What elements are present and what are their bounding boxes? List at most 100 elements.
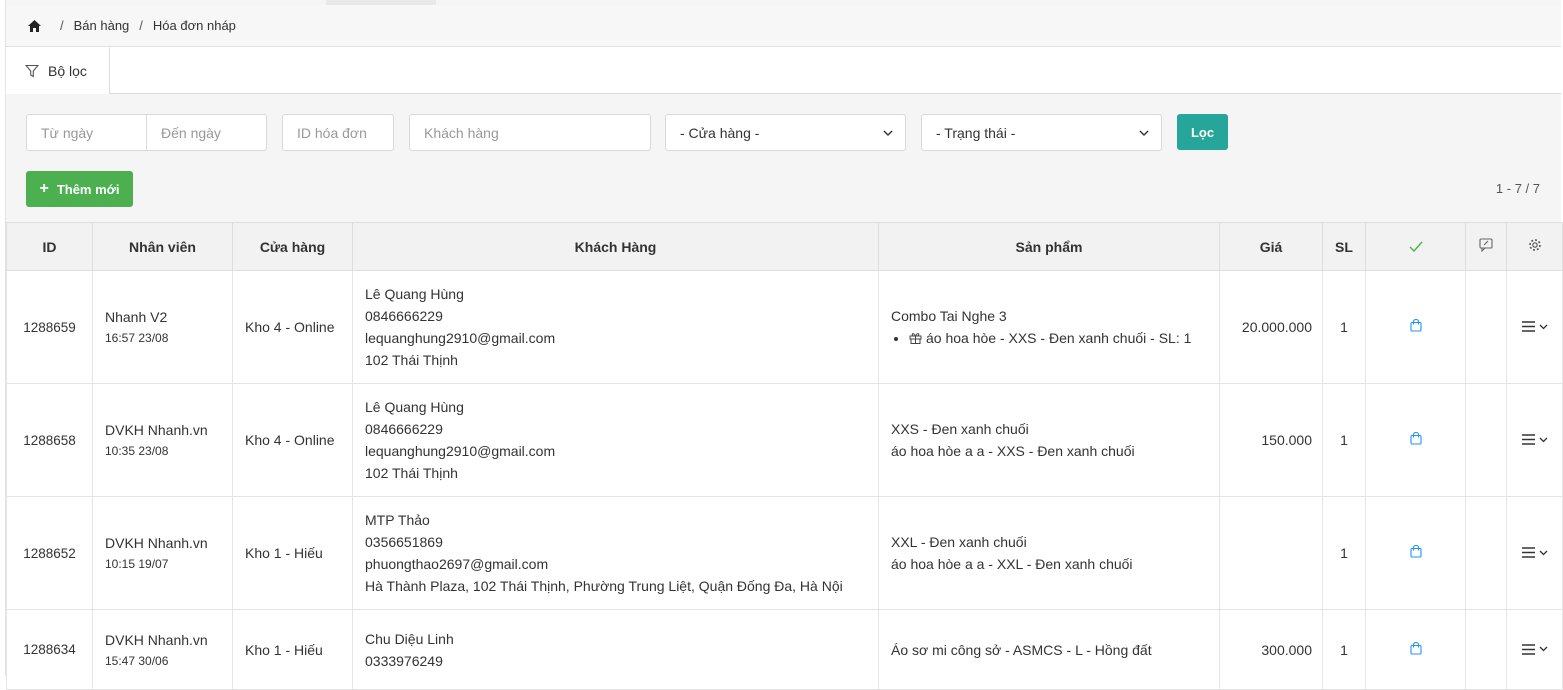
menu-icon — [1521, 434, 1535, 445]
chevron-down-icon — [1539, 437, 1547, 442]
pagination-info: 1 - 7 / 7 — [1495, 181, 1540, 196]
chevron-down-icon — [1539, 550, 1547, 555]
shopping-bag-icon[interactable] — [1409, 431, 1422, 445]
cell-staff: DVKH Nhanh.vn 10:15 19/07 — [92, 496, 233, 610]
customer-line: 0356651869 — [365, 534, 443, 550]
cell-actions[interactable] — [1506, 496, 1563, 610]
cell-customer: Lê Quang Hùng 0846666229 lequanghung2910@g… — [352, 383, 879, 497]
table-row[interactable]: 1288659 Nhanh V2 16:57 23/08 Kho 4 - Onl… — [6, 270, 1563, 384]
breadcrumb-separator: / — [139, 18, 143, 33]
from-date-input[interactable]: Từ ngày — [26, 114, 147, 151]
page: / Bán hàng / Hóa đơn nháp Bộ lọc Từ ngày… — [5, 0, 1563, 690]
gear-icon — [1528, 239, 1541, 251]
plus-icon: + — [39, 180, 49, 197]
cell-price — [1219, 496, 1323, 610]
store-select[interactable]: - Cửa hàng - — [665, 114, 906, 151]
cell-id[interactable]: 1288652 — [6, 496, 93, 610]
cell-id[interactable]: 1288658 — [6, 383, 93, 497]
table-row[interactable]: 1288634 DVKH Nhanh.vn 15:47 30/06 Kho 1 … — [6, 609, 1563, 690]
col-header-store[interactable]: Cửa hàng — [232, 222, 353, 271]
cell-price: 150.000 — [1219, 383, 1323, 497]
filter-panel: Từ ngày Đến ngày ID hóa đơn Khách hàng -… — [6, 94, 1561, 222]
from-date-placeholder: Từ ngày — [41, 124, 94, 141]
col-header-qty[interactable]: SL — [1322, 222, 1366, 271]
shopping-bag-icon[interactable] — [1409, 544, 1422, 558]
cell-status — [1365, 383, 1466, 497]
cell-store: Kho 4 - Online — [232, 270, 353, 384]
cell-product: XXL - Đen xanh chuối áo hoa hòe a a - XXL… — [878, 496, 1220, 610]
product-line: XXS - Đen xanh chuối — [891, 421, 1029, 437]
cell-product: XXS - Đen xanh chuối áo hoa hòe a a - XXS… — [878, 383, 1220, 497]
col-header-chat[interactable] — [1465, 222, 1507, 271]
cell-price: 300.000 — [1219, 609, 1323, 690]
cell-store: Kho 1 - Hiếu — [232, 609, 353, 690]
col-header-settings[interactable] — [1506, 222, 1563, 271]
cell-customer: Lê Quang Hùng 0846666229 lequanghung2910@g… — [352, 270, 879, 384]
col-header-price[interactable]: Giá — [1219, 222, 1323, 271]
customer-line: 0333976249 — [365, 652, 443, 669]
menu-icon — [1521, 643, 1535, 655]
add-new-button[interactable]: + Thêm mới — [26, 171, 133, 207]
tab-filter[interactable]: Bộ lọc — [6, 47, 110, 94]
cell-note — [1465, 496, 1507, 610]
cell-qty: 1 — [1322, 609, 1366, 690]
table-row[interactable]: 1288652 DVKH Nhanh.vn 10:15 19/07 Kho 1 … — [6, 496, 1563, 610]
menu-icon — [1521, 321, 1535, 332]
row-menu[interactable] — [1521, 547, 1548, 558]
row-menu[interactable] — [1521, 643, 1548, 655]
cell-note — [1465, 383, 1507, 497]
col-header-customer[interactable]: Khách Hàng — [352, 222, 879, 271]
table-header-row: ID Nhân viên Cửa hàng Khách Hàng Sản phẩ… — [6, 222, 1563, 271]
shopping-bag-icon[interactable] — [1409, 318, 1422, 332]
cell-actions[interactable] — [1506, 270, 1563, 384]
staff-time: 16:57 23/08 — [105, 331, 169, 345]
row-menu[interactable] — [1521, 434, 1548, 445]
row-menu[interactable] — [1521, 321, 1548, 332]
table-row[interactable]: 1288658 DVKH Nhanh.vn 10:35 23/08 Kho 4 … — [6, 383, 1563, 497]
col-header-id[interactable]: ID — [6, 222, 93, 271]
customer-line: phuongthao2697@gmail.com — [365, 556, 549, 572]
add-new-label: Thêm mới — [56, 181, 120, 197]
shopping-bag-icon[interactable] — [1409, 641, 1422, 655]
cell-id[interactable]: 1288634 — [6, 609, 93, 690]
cell-status — [1365, 496, 1466, 610]
breadcrumb: / Bán hàng / Hóa đơn nháp — [6, 5, 1561, 47]
cell-actions[interactable] — [1506, 383, 1563, 497]
staff-name: DVKH Nhanh.vn — [105, 422, 208, 438]
status-select-value: - Trạng thái - — [936, 124, 1016, 141]
product-line: áo hoa hòe a a - XXL - Đen xanh chuối — [891, 556, 1133, 572]
cell-product: Áo sơ mi công sở - ASMCS - L - Hồng đất — [878, 609, 1220, 690]
cell-actions[interactable] — [1506, 609, 1563, 690]
filter-button[interactable]: Lọc — [1177, 114, 1228, 150]
customer-line: Lê Quang Hùng — [365, 286, 464, 302]
cell-status — [1365, 609, 1466, 690]
invoice-id-input[interactable]: ID hóa đơn — [282, 114, 394, 151]
cell-qty: 1 — [1322, 496, 1366, 610]
cell-note — [1465, 270, 1507, 384]
cell-staff: Nhanh V2 16:57 23/08 — [92, 270, 233, 384]
cell-customer: Chu Diệu Linh 0333976249 — [352, 609, 879, 690]
customer-input[interactable]: Khách hàng — [409, 114, 651, 151]
col-header-staff[interactable]: Nhân viên — [92, 222, 233, 271]
home-icon[interactable] — [28, 19, 41, 32]
cell-store: Kho 1 - Hiếu — [232, 496, 353, 610]
cell-id[interactable]: 1288659 — [6, 270, 93, 384]
check-icon — [1409, 241, 1423, 252]
staff-name: DVKH Nhanh.vn — [105, 631, 208, 648]
chevron-down-icon — [1539, 324, 1547, 329]
customer-line: Chu Diệu Linh — [365, 630, 454, 647]
product-title: Combo Tai Nghe 3 — [891, 308, 1007, 324]
customer-line: Hà Thành Plaza, 102 Thái Thịnh, Phường T… — [365, 578, 843, 594]
customer-line: 0846666229 — [365, 308, 443, 324]
cell-price: 20.000.000 — [1219, 270, 1323, 384]
to-date-placeholder: Đến ngày — [161, 124, 221, 141]
col-header-product[interactable]: Sản phẩm — [878, 222, 1220, 271]
status-select[interactable]: - Trạng thái - — [921, 114, 1162, 151]
product-line: XXL - Đen xanh chuối — [891, 534, 1027, 550]
customer-placeholder: Khách hàng — [424, 124, 499, 141]
breadcrumb-item-sales[interactable]: Bán hàng — [74, 18, 130, 33]
to-date-input[interactable]: Đến ngày — [146, 114, 267, 151]
staff-name: DVKH Nhanh.vn — [105, 535, 208, 551]
cell-qty: 1 — [1322, 383, 1366, 497]
col-header-check[interactable] — [1365, 222, 1466, 271]
